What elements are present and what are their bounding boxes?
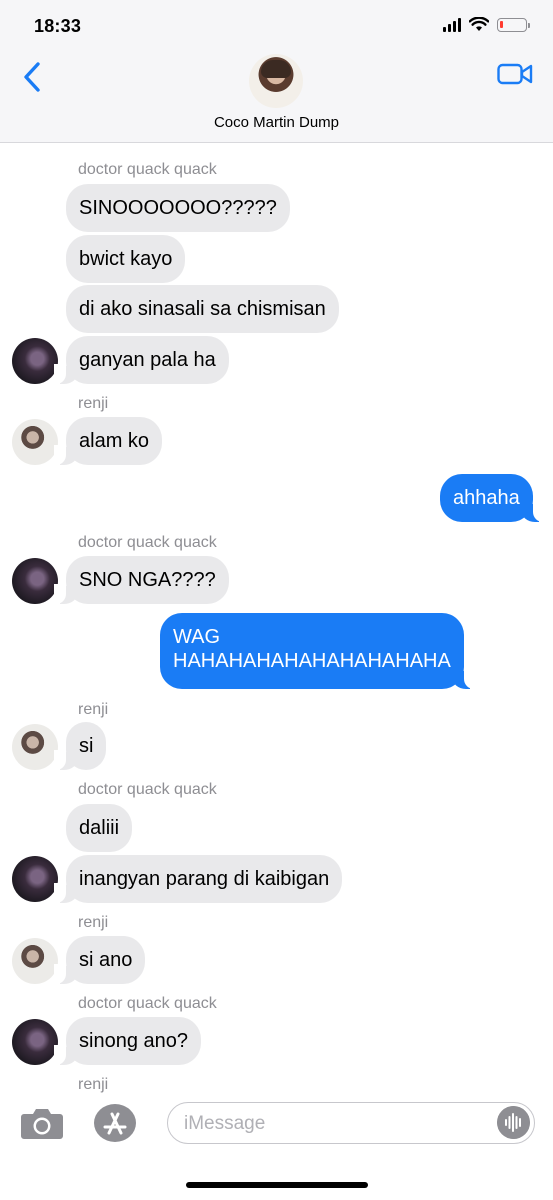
avatar[interactable] (12, 419, 58, 465)
avatar[interactable] (12, 724, 58, 770)
avatar[interactable] (12, 1019, 58, 1065)
camera-icon[interactable] (20, 1106, 64, 1140)
sender-name: doctor quack quack (78, 534, 217, 551)
battery-icon (497, 17, 530, 32)
group-name[interactable]: Coco Martin Dump (0, 114, 553, 131)
incoming-message[interactable]: inangyan parang di kaibigan (53, 855, 343, 903)
audio-waveform-icon[interactable] (497, 1106, 530, 1139)
incoming-message[interactable]: SNO NGA???? (54, 556, 229, 604)
sender-name: doctor quack quack (78, 781, 217, 798)
message-input-placeholder: iMessage (184, 1113, 266, 1134)
avatar[interactable] (12, 856, 58, 902)
app-store-icon[interactable] (91, 1103, 137, 1143)
status-bar: 18:33 (0, 0, 553, 50)
sender-name: renji (78, 1076, 109, 1093)
status-icons (443, 17, 530, 32)
avatar[interactable] (12, 338, 58, 384)
incoming-message[interactable]: di ako sinasali sa chismisan (66, 285, 339, 333)
conversation-header: Coco Martin Dump (0, 50, 553, 143)
cellular-signal-icon (443, 17, 461, 32)
incoming-message[interactable]: SINOOOOOOO????? (66, 184, 290, 232)
outgoing-message[interactable]: WAG HAHAHAHAHAHAHAHAHAHA (160, 613, 476, 689)
video-camera-icon[interactable] (497, 62, 533, 86)
group-avatar[interactable] (249, 54, 303, 108)
sender-name: renji (78, 914, 109, 931)
incoming-message[interactable]: sinong ano? (54, 1017, 201, 1065)
battery-level (500, 20, 503, 28)
incoming-message[interactable]: bwict kayo (66, 235, 186, 283)
message-input[interactable]: iMessage (167, 1102, 535, 1144)
outgoing-message[interactable]: ahhaha (440, 474, 545, 522)
sender-name: doctor quack quack (78, 995, 217, 1012)
incoming-message[interactable]: alam ko (53, 417, 163, 465)
sender-name: doctor quack quack (78, 161, 217, 178)
avatar[interactable] (12, 938, 58, 984)
compose-bar: iMessage (0, 1098, 553, 1158)
incoming-message[interactable]: ganyan pala ha (54, 336, 229, 384)
wifi-icon (469, 17, 489, 31)
incoming-message[interactable]: si ano (53, 936, 146, 984)
incoming-message[interactable]: si (53, 722, 107, 770)
avatar[interactable] (12, 558, 58, 604)
home-indicator (186, 1182, 368, 1188)
sender-name: renji (78, 395, 109, 412)
chevron-left-icon[interactable] (18, 60, 48, 94)
status-time: 18:33 (34, 16, 82, 36)
incoming-message[interactable]: daliii (66, 804, 133, 852)
sender-name: renji (78, 701, 109, 718)
